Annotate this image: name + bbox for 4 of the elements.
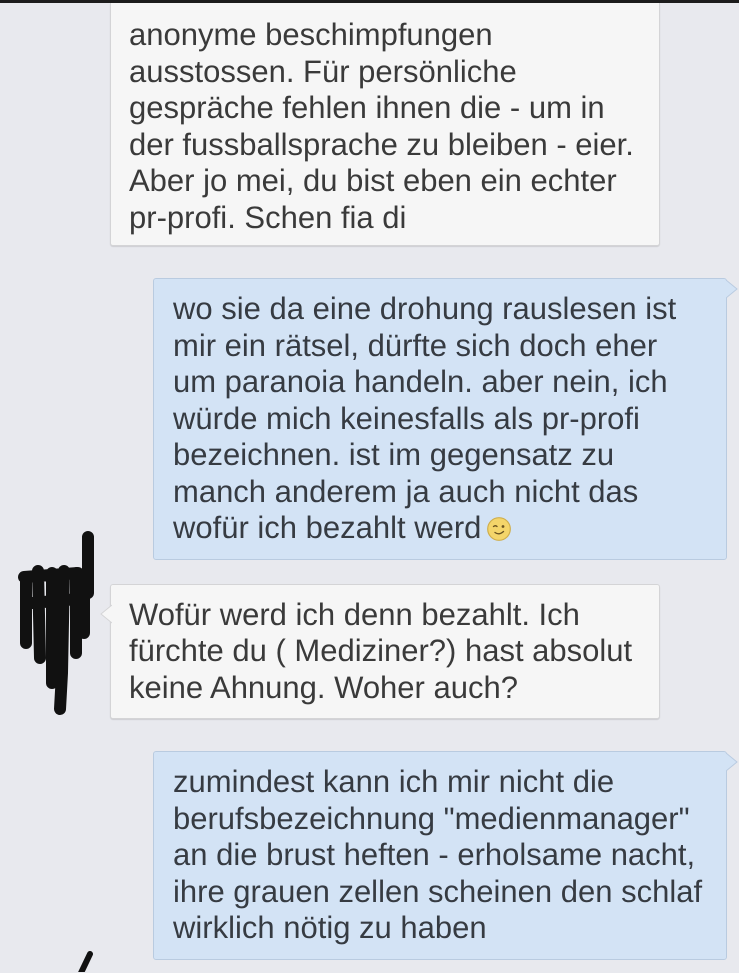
message-text: anonyme beschimpfungen ausstossen. Für persönliche gespräche fehlen ihnen die - um in der fussballsprache zu bleiben - eier. Aber jo mei, du bist eben ein echter pr-profi. Schen fia di: [129, 17, 634, 234]
message-text: Wofür werd ich denn bezahlt. Ich fürchte du ( Mediziner?) hast absolut keine Ahnung. Woher auch?: [129, 596, 632, 704]
message-text: wo sie da eine drohung rauslesen ist mir ein rätsel, dürfte sich doch eher um paranoia handeln. aber nein, ich würde mich keinesfalls als pr-profi bezeichnen. ist im gegensatz zu manch anderem ja auch nicht das wofür ich bezahlt werd: [173, 291, 676, 545]
message-text: zumindest kann ich mir nicht die berufsbezeichnung "medienmanager" an die brust heften - erholsame nacht, ihre grauen zellen scheinen den schlaf wirklich nötig zu haben: [173, 764, 702, 945]
